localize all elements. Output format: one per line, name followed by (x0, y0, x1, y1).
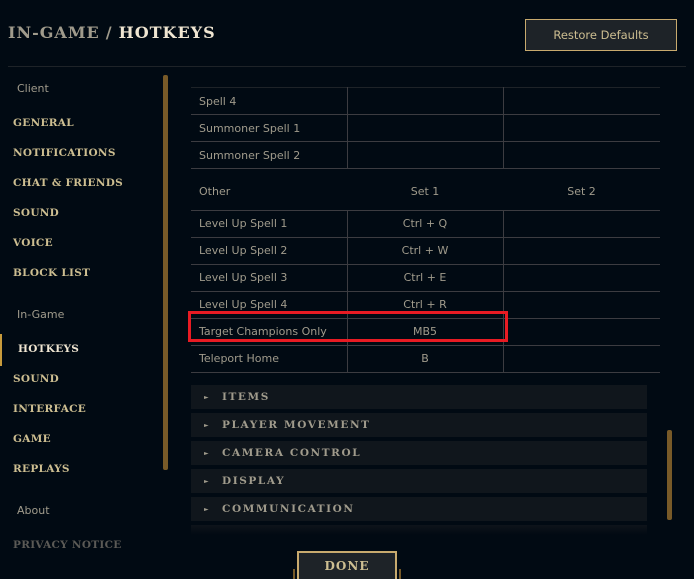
hotkey-name: Teleport Home (191, 345, 348, 373)
expand-arrow-icon: ► (204, 505, 209, 513)
section-label: DISPLAY (222, 475, 286, 487)
hotkey-name: Level Up Spell 3 (191, 264, 348, 292)
expand-arrow-icon: ► (204, 449, 209, 457)
breadcrumb-separator: / (105, 23, 113, 42)
sidebar-item-voice[interactable]: VOICE (13, 237, 53, 249)
sidebar-item-block-list[interactable]: BLOCK LIST (13, 267, 90, 279)
table-row: Level Up Spell 3 Ctrl + E (191, 264, 660, 292)
sidebar-item-client-sound[interactable]: SOUND (13, 207, 59, 219)
hotkey-set1-cell[interactable] (347, 114, 504, 142)
section-items[interactable]: ► ITEMS (191, 385, 647, 409)
hotkey-set1-cell[interactable]: Ctrl + W (347, 237, 504, 265)
section-next-faded (191, 525, 647, 535)
table-row: Teleport Home B (191, 345, 660, 373)
hotkey-set2-cell[interactable] (503, 264, 660, 292)
table-row: Spell 4 (191, 87, 660, 115)
section-label: COMMUNICATION (222, 503, 355, 515)
column-header-set1: Set 1 (347, 173, 503, 211)
sidebar-item-privacy-notice[interactable]: PRIVACY NOTICE (13, 539, 122, 551)
expand-arrow-icon: ► (204, 421, 209, 429)
button-ornament-left (293, 569, 295, 579)
column-header-other: Other (191, 173, 347, 211)
sidebar-scrollbar[interactable] (163, 75, 168, 470)
hotkey-set2-cell[interactable] (503, 291, 660, 319)
content-scrollbar[interactable] (667, 430, 672, 520)
table-row: Level Up Spell 2 Ctrl + W (191, 237, 660, 265)
hotkey-name: Spell 4 (191, 87, 348, 115)
table-row: Summoner Spell 2 (191, 141, 660, 169)
hotkey-set2-cell[interactable] (503, 318, 660, 346)
table-row: Level Up Spell 1 Ctrl + Q (191, 210, 660, 238)
table-header-row: Other Set 1 Set 2 (191, 173, 660, 211)
breadcrumb-current: HOTKEYS (118, 23, 216, 42)
column-header-set2: Set 2 (503, 173, 660, 211)
hotkey-set1-cell[interactable]: Ctrl + E (347, 264, 504, 292)
sidebar-item-general[interactable]: GENERAL (13, 117, 74, 129)
section-label: PLAYER MOVEMENT (222, 419, 371, 431)
done-button-frame: DONE (293, 551, 401, 579)
hotkey-set1-cell[interactable]: Ctrl + Q (347, 210, 504, 238)
table-row: Level Up Spell 4 Ctrl + R (191, 291, 660, 319)
hotkey-set2-cell[interactable] (503, 345, 660, 373)
expand-arrow-icon: ► (204, 477, 209, 485)
hotkey-set1-cell[interactable]: MB5 (347, 318, 504, 346)
hotkey-set2-cell[interactable] (503, 87, 660, 115)
restore-defaults-button[interactable]: Restore Defaults (525, 19, 677, 51)
hotkey-name: Summoner Spell 2 (191, 141, 348, 169)
expand-arrow-icon: ► (204, 393, 209, 401)
table-row: Summoner Spell 1 (191, 114, 660, 142)
page-title: IN-GAME / HOTKEYS (8, 23, 216, 42)
section-label: CAMERA CONTROL (222, 447, 362, 459)
button-ornament-right (399, 569, 401, 579)
hotkey-set2-cell[interactable] (503, 210, 660, 238)
header-divider (8, 66, 686, 67)
hotkey-name: Target Champions Only (191, 318, 348, 346)
sidebar-item-interface[interactable]: INTERFACE (13, 403, 86, 415)
hotkey-name: Level Up Spell 1 (191, 210, 348, 238)
sidebar-item-game[interactable]: GAME (13, 433, 51, 445)
abilities-table: Spell 4 Summoner Spell 1 Summoner Spell … (191, 87, 660, 169)
sidebar-item-notifications[interactable]: NOTIFICATIONS (13, 147, 116, 159)
hotkey-set1-cell[interactable]: B (347, 345, 504, 373)
breadcrumb-parent: IN-GAME (8, 23, 100, 42)
hotkey-name: Level Up Spell 4 (191, 291, 348, 319)
section-display[interactable]: ► DISPLAY (191, 469, 647, 493)
sidebar-item-replays[interactable]: REPLAYS (13, 463, 70, 475)
hotkey-set2-cell[interactable] (503, 114, 660, 142)
section-player-movement[interactable]: ► PLAYER MOVEMENT (191, 413, 647, 437)
section-label: ITEMS (222, 391, 270, 403)
section-camera-control[interactable]: ► CAMERA CONTROL (191, 441, 647, 465)
hotkey-name: Summoner Spell 1 (191, 114, 348, 142)
hotkey-name: Level Up Spell 2 (191, 237, 348, 265)
section-communication[interactable]: ► COMMUNICATION (191, 497, 647, 521)
sidebar-group-client: Client (17, 82, 49, 95)
active-item-marker (0, 334, 2, 366)
done-button[interactable]: DONE (297, 551, 397, 579)
table-row-highlighted: Target Champions Only MB5 (191, 318, 660, 346)
sidebar-item-chat-friends[interactable]: CHAT & FRIENDS (13, 177, 123, 189)
sidebar-item-in-game-sound[interactable]: SOUND (13, 373, 59, 385)
hotkey-set1-cell[interactable]: Ctrl + R (347, 291, 504, 319)
hotkey-set2-cell[interactable] (503, 237, 660, 265)
sidebar-item-hotkeys[interactable]: HOTKEYS (18, 343, 79, 355)
sidebar-group-in-game: In-Game (17, 308, 65, 321)
other-table: Other Set 1 Set 2 Level Up Spell 1 Ctrl … (191, 173, 660, 373)
hotkey-set2-cell[interactable] (503, 141, 660, 169)
hotkey-set1-cell[interactable] (347, 87, 504, 115)
sidebar-group-about: About (17, 504, 50, 517)
settings-sidebar: Client GENERAL NOTIFICATIONS CHAT & FRIE… (0, 70, 170, 570)
hotkey-set1-cell[interactable] (347, 141, 504, 169)
